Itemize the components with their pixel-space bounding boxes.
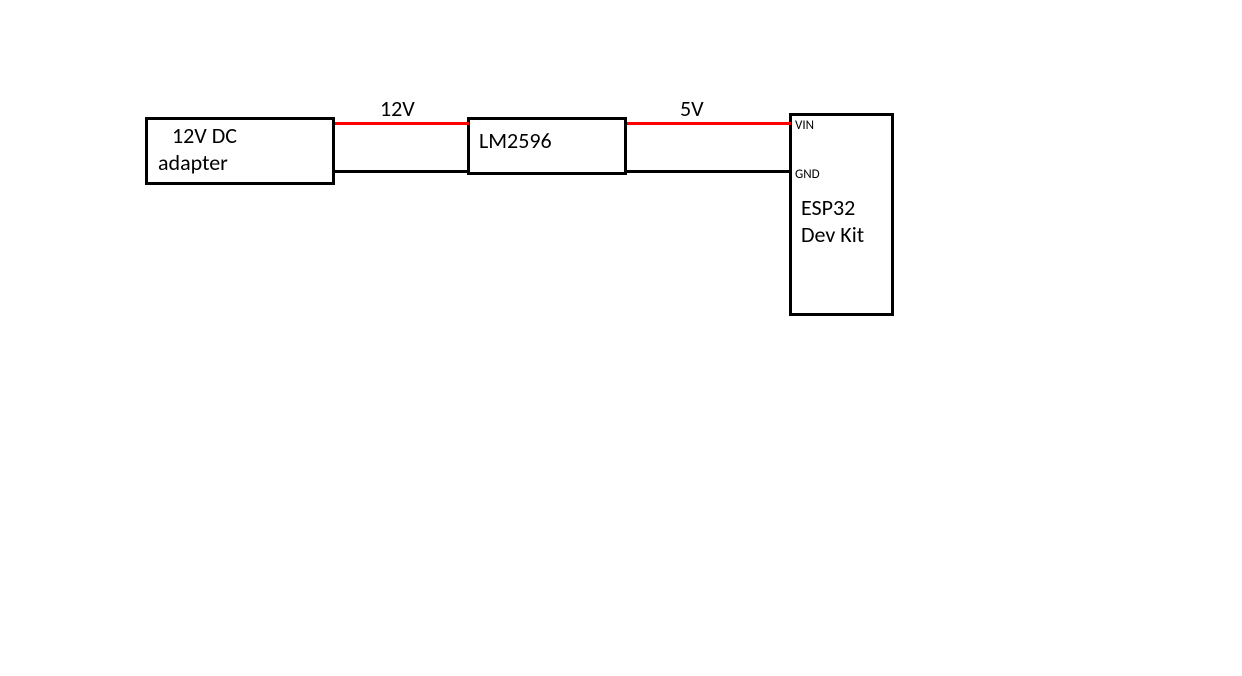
block-adapter-label-line1: 12V DC [172, 123, 237, 149]
wire-adapter-to-regulator-power [335, 122, 469, 125]
wire-label-12v: 12V [380, 96, 415, 122]
block-mcu-label-line1: ESP32 [801, 195, 855, 221]
block-regulator-label: LM2596 [479, 128, 552, 154]
pin-label-gnd: GND [795, 167, 820, 182]
block-mcu-label-line2: Dev Kit [801, 222, 864, 248]
pin-label-vin: VIN [795, 118, 814, 133]
block-adapter-label-line2: adapter [158, 150, 228, 176]
wire-label-5v: 5V [680, 96, 704, 122]
wire-adapter-to-regulator-ground [335, 170, 469, 173]
wire-regulator-to-mcu-power [627, 122, 791, 125]
wire-regulator-to-mcu-ground [627, 170, 791, 173]
